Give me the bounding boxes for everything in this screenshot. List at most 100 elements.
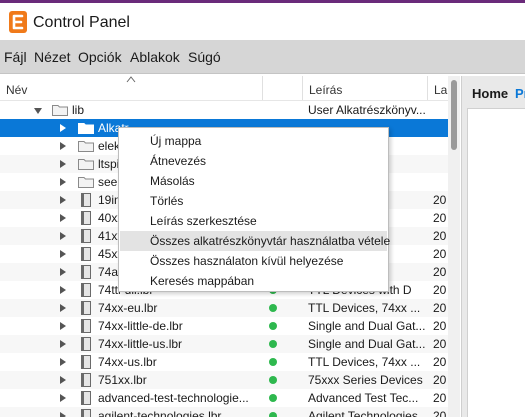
row-name: 74xx-little-de.lbr [98,319,183,333]
library-book-icon [81,229,91,243]
library-book-icon [81,283,91,297]
in-use-status-icon[interactable] [269,358,277,366]
row-description: TTL Devices, 74xx ... [308,301,421,315]
row-location: 20 [433,265,447,279]
menu-options[interactable]: Opciók [78,49,122,65]
preview-panel: Home Pr [461,76,525,417]
row-description: TTL Devices, 74xx ... [308,355,421,369]
row-location: 20 [433,229,447,243]
in-use-status-icon[interactable] [269,340,277,348]
tree-row[interactable]: 751xx.lbr 75xxx Series Devices 20 [0,371,448,389]
expand-arrow-icon[interactable] [60,394,66,402]
expand-arrow-icon[interactable] [60,286,66,294]
library-book-icon [81,193,91,207]
row-location: 20 [433,373,447,387]
folder-icon [78,159,94,170]
in-use-status-icon[interactable] [269,322,277,330]
expand-arrow-icon[interactable] [60,376,66,384]
row-name: lib [72,103,85,117]
row-name: advanced-test-technologie... [98,391,249,405]
folder-icon [78,141,94,152]
row-description: Single and Dual Gat... [308,319,426,333]
tree-row[interactable]: 74xx-little-de.lbr Single and Dual Gat...… [0,317,448,335]
menu-file[interactable]: Fájl [4,49,27,65]
row-location: 20 [433,337,447,351]
tab-home[interactable]: Home [472,86,508,101]
row-description: User Alkatrészkönyv... [308,103,426,117]
library-book-icon [81,391,91,405]
row-location: 20 [433,391,447,405]
context-menu-item[interactable]: Törlés [120,191,387,211]
expand-arrow-icon[interactable] [60,304,66,312]
row-name: agilent-technologies.lbr [98,409,222,417]
folder-icon [52,105,68,116]
tree-row[interactable]: 74xx-little-us.lbr Single and Dual Gat...… [0,335,448,353]
library-book-icon [81,337,91,351]
row-name: 74xx-us.lbr [98,355,157,369]
in-use-status-icon[interactable] [269,394,277,402]
context-menu-item[interactable]: Keresés mappában [120,271,387,291]
context-menu-item[interactable]: Másolás [120,171,387,191]
context-menu-item[interactable]: Összes használaton kívül helyezése [120,251,387,271]
expand-arrow-icon[interactable] [60,232,66,240]
row-location: 20 [433,319,447,333]
library-book-icon [81,265,91,279]
column-header-location[interactable]: La [428,76,448,100]
sort-ascending-icon [126,76,136,83]
expand-arrow-icon[interactable] [60,160,66,168]
context-menu-item[interactable]: Összes alkatrészkönyvtár használatba vét… [120,231,390,251]
tree-row[interactable]: lib User Alkatrészkönyv... [0,101,448,119]
expand-arrow-icon[interactable] [60,196,66,204]
title-bar: Control Panel [0,0,525,40]
library-book-icon [81,211,91,225]
folder-icon [78,123,94,134]
row-description: Agilent Technologies [308,409,418,417]
expand-arrow-icon[interactable] [60,268,66,276]
app-logo-icon [9,11,27,33]
menu-windows[interactable]: Ablakok [130,49,180,65]
tree-row[interactable]: agilent-technologies.lbr Agilent Technolo… [0,407,448,417]
row-location: 20 [433,409,447,417]
expand-arrow-icon[interactable] [60,412,66,417]
context-menu: Új mappa Átnevezés Másolás Törlés Leírás sze… [118,127,390,292]
in-use-status-icon[interactable] [269,412,277,417]
row-name: 74xx-eu.lbr [98,301,158,315]
row-location: 20 [433,355,447,369]
row-description: Single and Dual Gat... [308,337,426,351]
row-description: Advanced Test Tec... [308,391,419,405]
expand-arrow-icon[interactable] [60,214,66,222]
library-book-icon [81,301,91,315]
tree-row[interactable]: 74xx-us.lbr TTL Devices, 74xx ... 20 [0,353,448,371]
in-use-status-icon[interactable] [269,376,277,384]
menu-view[interactable]: Nézet [34,49,71,65]
row-name: 751xx.lbr [98,373,147,387]
context-menu-item[interactable]: Átnevezés [120,151,387,171]
folder-icon [78,177,94,188]
tree-row[interactable]: advanced-test-technologie... Advanced Tes… [0,389,448,407]
context-menu-item[interactable]: Új mappa [120,131,387,151]
expand-arrow-icon[interactable] [60,124,66,132]
expand-arrow-icon[interactable] [60,322,66,330]
expand-arrow-icon[interactable] [60,340,66,348]
in-use-status-icon[interactable] [269,304,277,312]
library-book-icon [81,355,91,369]
expand-arrow-icon[interactable] [60,142,66,150]
expand-arrow-icon[interactable] [60,358,66,366]
expand-arrow-icon[interactable] [60,250,66,258]
column-header-description[interactable]: Leírás [303,76,428,100]
library-book-icon [81,247,91,261]
tree-scrollbar[interactable] [448,76,460,417]
window-title: Control Panel [33,14,130,31]
menu-bar: Fájl Nézet Opciók Ablakok Súgó [0,40,525,74]
collapse-arrow-icon[interactable] [34,108,42,114]
row-location: 20 [433,301,447,315]
context-menu-item[interactable]: Leírás szerkesztése [120,211,387,231]
expand-arrow-icon[interactable] [60,178,66,186]
menu-help[interactable]: Súgó [188,49,221,65]
scrollbar-thumb[interactable] [451,80,457,150]
tree-row[interactable]: 74xx-eu.lbr TTL Devices, 74xx ... 20 [0,299,448,317]
row-location: 20 [433,211,447,225]
row-location: 20 [433,283,447,297]
column-header-status[interactable] [263,76,303,100]
tab-preview[interactable]: Pr [515,86,525,101]
